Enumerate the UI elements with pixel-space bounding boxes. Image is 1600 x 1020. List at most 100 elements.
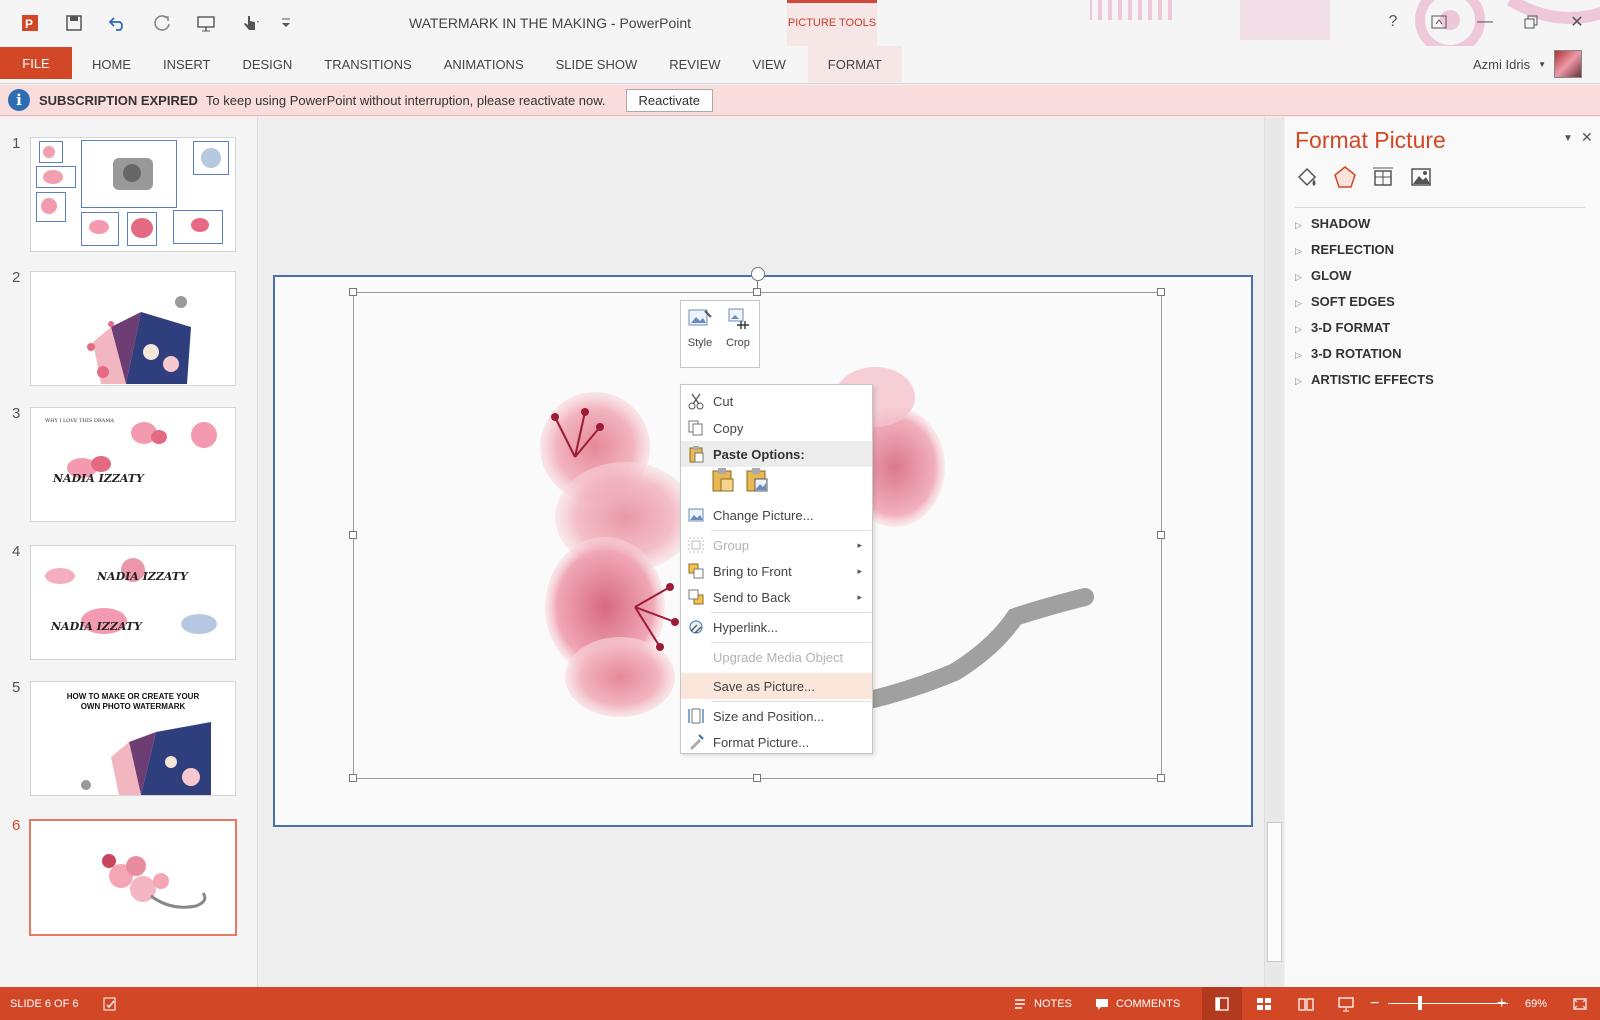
send-to-back-icon xyxy=(688,589,704,605)
menu-item-save-as-picture[interactable]: Save as Picture... xyxy=(681,673,872,699)
zoom-out-button[interactable]: − xyxy=(1370,987,1379,1020)
tab-animations[interactable]: ANIMATIONS xyxy=(428,46,540,82)
fill-line-icon[interactable] xyxy=(1295,165,1319,189)
resize-handle-n[interactable] xyxy=(753,288,761,296)
resize-handle-w[interactable] xyxy=(349,531,357,539)
section-shadow[interactable]: ▷ SHADOW xyxy=(1295,216,1370,231)
zoom-slider[interactable] xyxy=(1388,1003,1508,1004)
slide-preview[interactable]: HOW TO MAKE OR CREATE YOUR OWN PHOTO WAT… xyxy=(30,681,236,796)
help-icon[interactable]: ? xyxy=(1370,4,1416,40)
section-soft-edges[interactable]: ▷ SOFT EDGES xyxy=(1295,294,1395,309)
size-properties-icon[interactable] xyxy=(1371,165,1395,189)
menu-item-hyperlink[interactable]: Hyperlink... xyxy=(681,614,872,640)
menu-item-send-to-back[interactable]: Send to Back ▸ xyxy=(681,584,872,610)
tab-review[interactable]: REVIEW xyxy=(653,46,736,82)
slide-preview[interactable] xyxy=(29,819,237,936)
notes-button[interactable]: NOTES xyxy=(1012,987,1072,1020)
format-picture-pane: Format Picture ▼ ✕ ▷ SHADOW ▷ REFLECTION ▷… xyxy=(1285,117,1600,987)
expand-triangle-icon: ▷ xyxy=(1295,220,1302,230)
menu-item-bring-to-front[interactable]: Bring to Front ▸ xyxy=(681,558,872,584)
close-window-icon[interactable]: ✕ xyxy=(1554,4,1600,40)
bring-to-front-icon xyxy=(688,563,704,579)
slide3-watermark-text: NADIA IZZATY xyxy=(53,472,144,485)
tab-home[interactable]: HOME xyxy=(76,46,147,82)
tab-design[interactable]: DESIGN xyxy=(226,46,308,82)
slide4-watermark-text-2: NADIA IZZATY xyxy=(51,620,142,633)
menu-item-size-position[interactable]: Size and Position... xyxy=(681,703,872,729)
rotation-handle[interactable] xyxy=(751,267,765,281)
section-glow[interactable]: ▷ GLOW xyxy=(1295,268,1351,283)
menu-item-format-picture[interactable]: Format Picture... xyxy=(681,729,872,755)
slide3-caption: WHY I LOVE THIS DRAMA xyxy=(45,418,114,424)
close-pane-icon[interactable]: ✕ xyxy=(1581,129,1593,146)
picture-icon[interactable] xyxy=(1409,165,1433,189)
zoom-level[interactable]: 69% xyxy=(1525,987,1547,1020)
reading-view-button[interactable] xyxy=(1286,987,1326,1020)
resize-handle-se[interactable] xyxy=(1157,774,1165,782)
user-account[interactable]: Azmi Idris ▼ xyxy=(1473,50,1582,78)
expand-triangle-icon: ▷ xyxy=(1295,298,1302,308)
slide-preview[interactable] xyxy=(30,271,236,386)
resize-handle-sw[interactable] xyxy=(349,774,357,782)
slide-preview[interactable]: NADIA IZZATY NADIA IZZATY xyxy=(30,545,236,660)
minimize-icon[interactable]: — xyxy=(1462,4,1508,40)
resize-handle-s[interactable] xyxy=(753,774,761,782)
tab-format[interactable]: FORMAT xyxy=(807,46,902,82)
change-picture-icon xyxy=(688,508,704,522)
resize-handle-nw[interactable] xyxy=(349,288,357,296)
vertical-scrollbar[interactable] xyxy=(1264,117,1284,987)
zoom-in-button[interactable]: + xyxy=(1497,987,1506,1020)
comments-button[interactable]: COMMENTS xyxy=(1094,987,1180,1020)
chevron-down-icon: ▼ xyxy=(1538,59,1546,69)
effects-icon[interactable] xyxy=(1333,165,1357,189)
section-3d-format[interactable]: ▷ 3-D FORMAT xyxy=(1295,320,1390,335)
ribbon-display-options-icon[interactable] xyxy=(1416,4,1462,40)
normal-view-button[interactable] xyxy=(1202,987,1242,1020)
slide-number: 6 xyxy=(12,817,21,834)
fit-slide-icon xyxy=(1573,997,1587,1010)
section-artistic-effects[interactable]: ▷ ARTISTIC EFFECTS xyxy=(1295,372,1434,387)
menu-item-copy[interactable]: Copy xyxy=(681,415,872,441)
slide-preview[interactable] xyxy=(30,137,236,252)
tab-slide-show[interactable]: SLIDE SHOW xyxy=(540,46,654,82)
slide-show-button[interactable] xyxy=(1326,987,1366,1020)
tab-view[interactable]: VIEW xyxy=(737,46,802,82)
slide-thumbnails-pane: 1 2 3 WHY I LOVE THIS DRAMA NADIA IZZATY… xyxy=(0,117,258,987)
reading-view-icon xyxy=(1298,997,1314,1011)
pane-category-tabs xyxy=(1295,165,1433,189)
tab-transitions[interactable]: TRANSITIONS xyxy=(308,46,427,82)
paste-keep-formatting-icon[interactable] xyxy=(711,467,735,493)
crop-icon xyxy=(728,308,749,329)
pane-options-chevron-icon[interactable]: ▼ xyxy=(1563,133,1573,144)
zoom-slider-thumb[interactable] xyxy=(1418,996,1422,1010)
resize-handle-e[interactable] xyxy=(1157,531,1165,539)
group-icon xyxy=(688,537,704,553)
slide-sorter-button[interactable] xyxy=(1244,987,1284,1020)
submenu-arrow-icon: ▸ xyxy=(857,539,862,550)
section-3d-rotation[interactable]: ▷ 3-D ROTATION xyxy=(1295,346,1402,361)
slide-preview[interactable]: WHY I LOVE THIS DRAMA NADIA IZZATY xyxy=(30,407,236,522)
mini-toolbar: Style Crop xyxy=(680,300,760,368)
resize-handle-ne[interactable] xyxy=(1157,288,1165,296)
status-bar: SLIDE 6 OF 6 NOTES COMMENTS − + 69% xyxy=(0,987,1600,1020)
pane-divider xyxy=(1295,207,1585,208)
reactivate-button[interactable]: Reactivate xyxy=(625,88,713,112)
restore-icon[interactable] xyxy=(1508,4,1554,40)
menu-item-cut[interactable]: Cut xyxy=(681,388,872,414)
spelling-check-icon[interactable] xyxy=(102,987,118,1020)
message-text: To keep using PowerPoint without interru… xyxy=(205,92,606,108)
title-bar: P WATERMARK IN THE MAKING - PowerPoint P… xyxy=(0,0,1600,55)
crop-button[interactable]: Crop xyxy=(719,301,757,367)
avatar[interactable] xyxy=(1554,50,1582,78)
tab-insert[interactable]: INSERT xyxy=(147,46,226,82)
user-name: Azmi Idris xyxy=(1473,56,1531,72)
scrollbar-thumb[interactable] xyxy=(1267,822,1282,962)
tab-file[interactable]: FILE xyxy=(0,47,72,79)
menu-item-change-picture[interactable]: Change Picture... xyxy=(681,502,872,528)
fit-to-window-button[interactable] xyxy=(1572,987,1588,1020)
section-reflection[interactable]: ▷ REFLECTION xyxy=(1295,242,1394,257)
expand-triangle-icon: ▷ xyxy=(1295,272,1302,282)
style-button[interactable]: Style xyxy=(681,301,719,367)
style-label: Style xyxy=(687,337,713,349)
paste-as-picture-icon[interactable] xyxy=(745,467,769,493)
